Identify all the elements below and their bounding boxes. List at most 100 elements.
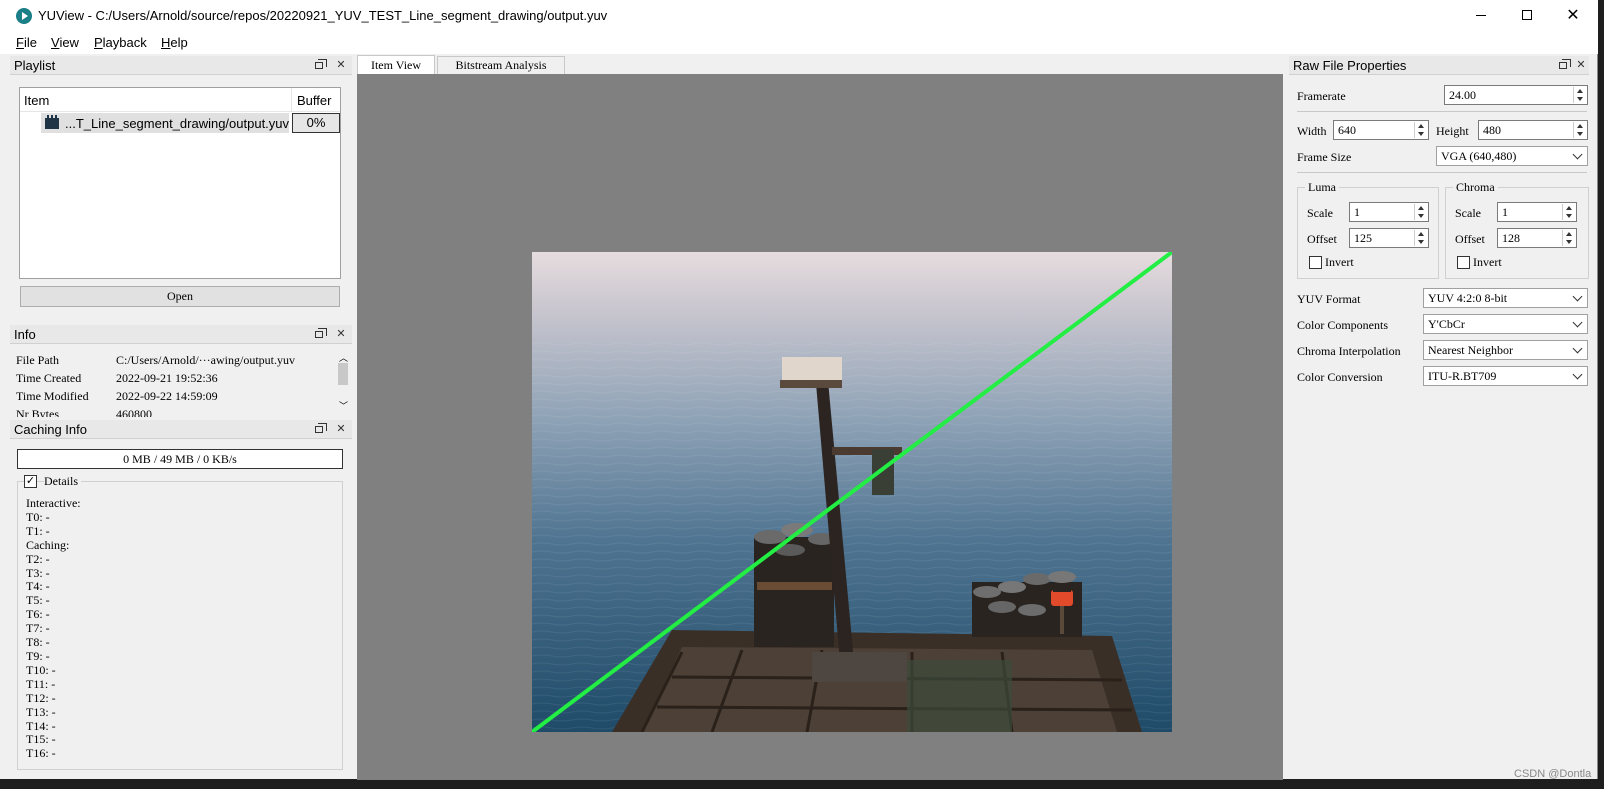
chevron-down-icon	[1572, 343, 1583, 354]
playlist-tree[interactable]: Item Buffer ...T_Line_segment_drawing/ou…	[19, 87, 341, 279]
float-dock-icon[interactable]	[1559, 59, 1571, 69]
chroma-interpolation-value: Nearest Neighbor	[1428, 343, 1513, 357]
chroma-scale-label: Scale	[1455, 206, 1481, 220]
close-dock-icon[interactable]: ✕	[334, 422, 348, 436]
float-dock-icon[interactable]	[315, 423, 327, 433]
info-row-nr-bytes: Nr Bytes 460800	[16, 407, 152, 417]
caching-dock-title: Caching Info ✕	[10, 420, 352, 439]
info-row-file-path: File Path C:/Users/Arnold/···awing/output…	[16, 353, 295, 368]
watermark-text: CSDN @Dontla	[1514, 768, 1592, 780]
color-conversion-value: ITU-R.BT709	[1428, 369, 1497, 383]
info-dock-title: Info ✕	[10, 325, 352, 344]
color-components-value: Y'CbCr	[1428, 317, 1465, 331]
close-dock-icon[interactable]: ✕	[334, 327, 348, 341]
frame-size-label: Frame Size	[1297, 150, 1352, 164]
chroma-title: Chroma	[1453, 180, 1498, 195]
chroma-interpolation-label: Chroma Interpolation	[1297, 344, 1401, 358]
luma-offset-spinbox[interactable]: 125	[1349, 228, 1429, 248]
luma-invert-label: Invert	[1325, 255, 1354, 269]
color-conversion-label: Color Conversion	[1297, 370, 1383, 384]
details-checkbox[interactable]: ✓	[24, 475, 37, 488]
height-value: 480	[1483, 123, 1501, 137]
chroma-offset-label: Offset	[1455, 232, 1485, 246]
separator	[1297, 111, 1587, 112]
color-conversion-select[interactable]: ITU-R.BT709	[1423, 366, 1588, 386]
height-spinbox[interactable]: 480	[1478, 120, 1588, 140]
playlist-dock-title: Playlist ✕	[10, 56, 352, 75]
spin-arrows-icon[interactable]	[1414, 230, 1427, 246]
width-label: Width	[1297, 124, 1327, 138]
close-button[interactable]: ✕	[1550, 0, 1596, 30]
spin-arrows-icon[interactable]	[1573, 87, 1586, 103]
info-value: 460800	[116, 407, 152, 417]
menu-view[interactable]: View	[51, 35, 79, 50]
info-label: Time Modified	[16, 389, 89, 403]
float-dock-icon[interactable]	[315, 59, 327, 69]
title-bar: YUView - C:/Users/Arnold/source/repos/20…	[0, 0, 1598, 32]
tab-item-view[interactable]: Item View	[357, 55, 435, 74]
dock-moss	[907, 660, 1012, 732]
open-button[interactable]: Open	[20, 286, 340, 307]
caching-title: Caching Info	[14, 422, 87, 437]
column-header-buffer[interactable]: Buffer	[291, 88, 340, 112]
chroma-interpolation-select[interactable]: Nearest Neighbor	[1423, 340, 1588, 360]
spin-arrows-icon[interactable]	[1414, 122, 1427, 138]
luma-offset-label: Offset	[1307, 232, 1337, 246]
info-value: 2022-09-22 14:59:09	[116, 389, 218, 403]
info-value: C:/Users/Arnold/···awing/output.yuv	[116, 353, 295, 367]
chroma-scale-value: 1	[1502, 205, 1508, 219]
scrollbar-thumb[interactable]	[338, 363, 348, 385]
info-title: Info	[14, 327, 36, 342]
luma-scale-value: 1	[1354, 205, 1360, 219]
spin-arrows-icon[interactable]	[1562, 204, 1575, 220]
minimize-button[interactable]	[1458, 0, 1504, 30]
menu-playback[interactable]: Playback	[94, 35, 147, 50]
menu-file[interactable]: File	[16, 35, 37, 50]
chevron-down-icon	[1572, 149, 1583, 160]
chroma-invert-checkbox[interactable]	[1457, 256, 1470, 269]
chevron-down-icon	[1572, 369, 1583, 380]
minimize-icon	[1476, 14, 1486, 16]
playlist-header: Item Buffer	[20, 88, 340, 112]
spin-arrows-icon[interactable]	[1562, 230, 1575, 246]
chevron-down-icon[interactable]: ﹀	[339, 399, 348, 412]
framerate-spinbox[interactable]: 24.00	[1444, 85, 1588, 105]
maximize-button[interactable]	[1504, 0, 1550, 30]
yuview-window: YUView - C:/Users/Arnold/source/repos/20…	[0, 0, 1598, 780]
luma-scale-label: Scale	[1307, 206, 1333, 220]
menu-help[interactable]: Help	[161, 35, 188, 50]
playlist-item[interactable]: ...T_Line_segment_drawing/output.yuv	[41, 113, 289, 133]
maximize-icon	[1522, 10, 1532, 20]
info-row-time-created: Time Created 2022-09-21 19:52:36	[16, 371, 218, 386]
spin-arrows-icon[interactable]	[1414, 204, 1427, 220]
caching-thread-list: Interactive: T0: - T1: - Caching: T2: - …	[26, 496, 81, 761]
color-components-select[interactable]: Y'CbCr	[1423, 314, 1588, 334]
details-label: Details	[44, 474, 81, 489]
yuv-format-label: YUV Format	[1297, 292, 1361, 306]
chroma-offset-spinbox[interactable]: 128	[1497, 228, 1577, 248]
chroma-scale-spinbox[interactable]: 1	[1497, 202, 1577, 222]
info-value: 2022-09-21 19:52:36	[116, 371, 218, 385]
buffer-progress: 0%	[292, 113, 340, 133]
info-label: Nr Bytes	[16, 407, 59, 417]
frame-size-select[interactable]: VGA (640,480)	[1436, 146, 1588, 166]
close-dock-icon[interactable]: ✕	[1574, 58, 1588, 72]
tab-bitstream-analysis[interactable]: Bitstream Analysis	[437, 56, 565, 74]
info-label: Time Created	[16, 371, 82, 385]
luma-scale-spinbox[interactable]: 1	[1349, 202, 1429, 222]
spin-arrows-icon[interactable]	[1573, 122, 1586, 138]
video-frame[interactable]	[532, 252, 1172, 732]
info-table: File Path C:/Users/Arnold/···awing/output…	[10, 349, 352, 417]
column-header-item[interactable]: Item	[24, 93, 49, 108]
height-label: Height	[1436, 124, 1469, 138]
chroma-invert-label: Invert	[1473, 255, 1502, 269]
width-spinbox[interactable]: 640	[1333, 120, 1429, 140]
playlist-title: Playlist	[14, 58, 56, 73]
info-scrollbar[interactable]: ︿ ﹀	[336, 349, 350, 415]
info-label: File Path	[16, 353, 60, 367]
float-dock-icon[interactable]	[315, 328, 327, 338]
chroma-offset-value: 128	[1502, 231, 1520, 245]
luma-invert-checkbox[interactable]	[1309, 256, 1322, 269]
yuv-format-select[interactable]: YUV 4:2:0 8-bit	[1423, 288, 1588, 308]
close-dock-icon[interactable]: ✕	[334, 58, 348, 72]
